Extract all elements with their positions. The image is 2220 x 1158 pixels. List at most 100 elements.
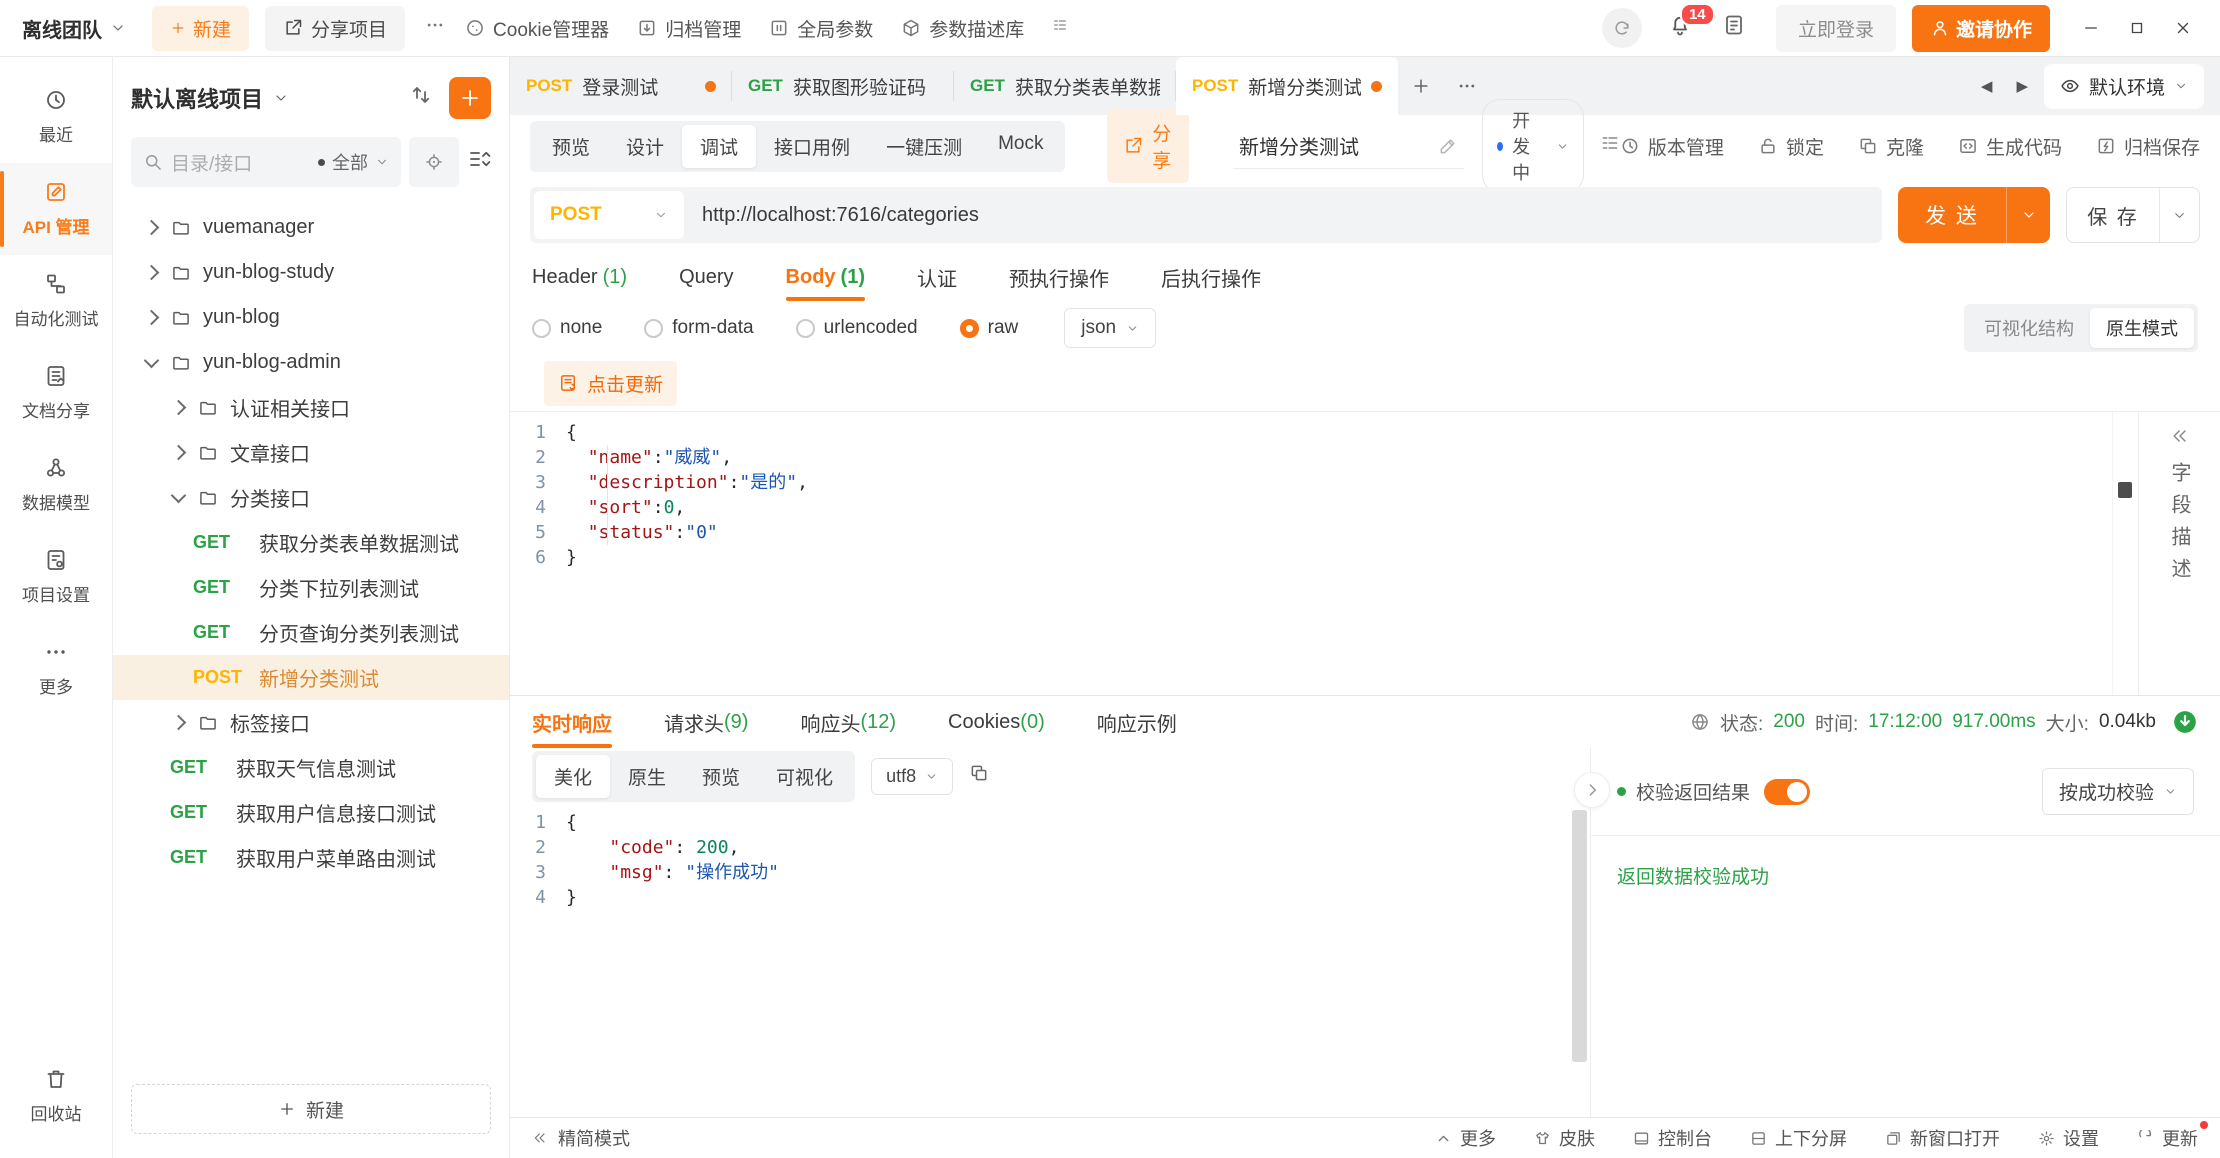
raw-mode-toggle[interactable]: 原生模式 [2090, 308, 2194, 348]
statusbar-split-button[interactable]: 上下分屏 [1750, 1125, 1847, 1151]
chevron-down-icon[interactable] [144, 353, 160, 369]
response-tab-2[interactable]: 请求头(9) [664, 696, 748, 748]
global-params-button[interactable]: 全局参数 [769, 15, 873, 42]
response-tab-5[interactable]: 响应示例 [1097, 696, 1177, 748]
param-tab-1[interactable]: Header (1) [532, 253, 627, 301]
tree-folder-6[interactable]: 文章接口 [113, 430, 509, 475]
statusbar-chevron-up-button[interactable]: 更多 [1435, 1125, 1496, 1151]
chevron-right-icon[interactable] [144, 265, 160, 281]
request-body-editor[interactable]: 1{2 "name":"威威",3 "description":"是的",4 "… [510, 411, 2220, 695]
cookie-manager-button[interactable]: Cookie管理器 [465, 15, 609, 42]
titlebar-more-icon[interactable] [425, 15, 445, 41]
response-view-tab-3[interactable]: 预览 [684, 755, 758, 798]
response-tab-4[interactable]: Cookies(0) [948, 696, 1045, 748]
close-button[interactable] [2160, 8, 2206, 48]
statusbar-console-button[interactable]: 控制台 [1633, 1125, 1712, 1151]
chevron-right-icon[interactable] [144, 220, 160, 236]
mode-tab-5[interactable]: 一键压测 [868, 125, 980, 168]
copy-response-button[interactable] [969, 763, 989, 789]
action-clock-button[interactable]: 版本管理 [1620, 133, 1724, 160]
share-project-button[interactable]: 分享项目 [265, 6, 405, 51]
tree-new-button[interactable]: 新建 [131, 1084, 491, 1134]
tree-folder-4[interactable]: yun-blog-admin [113, 340, 509, 385]
tree-request-8[interactable]: GET获取分类表单数据测试 [113, 520, 509, 565]
maximize-button[interactable] [2114, 8, 2160, 48]
click-update-button[interactable]: 点击更新 [544, 361, 677, 406]
rail-item-4[interactable]: 文档分享 [0, 347, 112, 439]
editor-scrollbar[interactable] [2112, 412, 2138, 695]
param-tab-3[interactable]: Body (1) [786, 253, 865, 301]
param-tab-2[interactable]: Query [679, 253, 733, 301]
response-body[interactable]: 1{2 "code": 200,3 "msg": "操作成功"4} [510, 804, 1590, 1117]
response-view-tab-1[interactable]: 美化 [536, 755, 610, 798]
directory-icon[interactable] [1600, 133, 1620, 159]
bodytype-radio-urlencoded[interactable]: urlencoded [796, 317, 918, 339]
tree-request-10[interactable]: GET分页查询分类列表测试 [113, 610, 509, 655]
param-library-button[interactable]: 参数描述库 [901, 15, 1024, 42]
tab-scroll-left[interactable]: ◀ [1973, 77, 2001, 95]
archive-manage-button[interactable]: 归档管理 [637, 15, 741, 42]
new-tab-button[interactable] [1398, 57, 1444, 115]
add-api-button[interactable] [449, 77, 491, 119]
request-title-input[interactable]: 新增分类测试 [1233, 123, 1464, 169]
bodytype-radio-raw[interactable]: raw [960, 317, 1019, 339]
rail-item-trash[interactable]: 回收站 [0, 1050, 112, 1142]
validate-mode-dropdown[interactable]: 按成功校验 [2042, 768, 2194, 815]
rail-item-6[interactable]: 项目设置 [0, 531, 112, 623]
rail-item-7[interactable]: 更多 [0, 623, 112, 715]
environment-selector[interactable]: 默认环境 [2044, 64, 2204, 109]
action-archive-save-button[interactable]: 归档保存 [2096, 133, 2200, 160]
chevron-right-icon[interactable] [171, 715, 187, 731]
chevron-right-icon[interactable] [171, 400, 187, 416]
chevron-right-icon[interactable] [171, 445, 187, 461]
import-export-button[interactable] [409, 83, 433, 113]
save-button[interactable]: 保 存 [2066, 187, 2200, 243]
mode-tab-4[interactable]: 接口用例 [756, 125, 868, 168]
tree-request-14[interactable]: GET获取用户信息接口测试 [113, 790, 509, 835]
sync-button[interactable] [1602, 8, 1642, 48]
tree-folder-1[interactable]: vuemanager [113, 205, 509, 250]
mode-tab-3[interactable]: 调试 [682, 125, 756, 168]
search-input[interactable]: 目录/接口 全部 [131, 137, 401, 187]
field-description-panel[interactable]: 字段描述 [2138, 412, 2220, 695]
tree-request-15[interactable]: GET获取用户菜单路由测试 [113, 835, 509, 880]
rail-item-3[interactable]: 自动化测试 [0, 255, 112, 347]
statusbar-new-window-button[interactable]: 新窗口打开 [1885, 1125, 2000, 1151]
invite-button[interactable]: 邀请协作 [1912, 5, 2050, 52]
tree-folder-2[interactable]: yun-blog-study [113, 250, 509, 295]
param-tab-4[interactable]: 认证 [917, 253, 957, 301]
collapse-validation-button[interactable] [1574, 772, 1610, 808]
locate-current-button[interactable] [409, 137, 459, 187]
response-scrollbar-thumb[interactable] [1572, 810, 1587, 1062]
open-tab-3[interactable]: GET获取分类表单数据 [954, 57, 1176, 115]
tree-request-9[interactable]: GET分类下拉列表测试 [113, 565, 509, 610]
chevron-right-icon[interactable] [144, 310, 160, 326]
tab-scroll-right[interactable]: ▶ [2008, 77, 2036, 95]
feedback-button[interactable] [1722, 13, 1746, 43]
tree-folder-5[interactable]: 认证相关接口 [113, 385, 509, 430]
compact-mode-button[interactable]: 精简模式 [532, 1125, 630, 1151]
expand-panel-icon[interactable] [2170, 426, 2190, 446]
url-input[interactable]: http://localhost:7616/categories [702, 204, 979, 227]
statusbar-settings-button[interactable]: 设置 [2038, 1125, 2099, 1151]
sort-collapse-button[interactable] [467, 147, 491, 177]
statusbar-update-button[interactable]: 更新 [2137, 1125, 2198, 1151]
statusbar-skin-button[interactable]: 皮肤 [1534, 1125, 1595, 1151]
notifications-button[interactable]: 14 [1668, 13, 1692, 43]
tree-request-11[interactable]: POST新增分类测试 [113, 655, 509, 700]
tab-overflow-button[interactable] [1444, 57, 1490, 115]
action-clone-button[interactable]: 克隆 [1858, 133, 1924, 160]
minimize-button[interactable] [2068, 8, 2114, 48]
mode-tab-6[interactable]: Mock [980, 125, 1061, 168]
scrollbar-thumb[interactable] [2118, 482, 2132, 498]
chevron-down-icon[interactable] [171, 488, 187, 504]
download-response-icon[interactable] [2172, 709, 2198, 735]
new-button[interactable]: 新建 [152, 6, 249, 51]
charset-selector[interactable]: utf8 [871, 758, 953, 795]
raw-type-selector[interactable]: json [1064, 308, 1156, 348]
share-api-button[interactable]: 分享 [1107, 109, 1189, 183]
rail-item-2[interactable]: API 管理 [0, 163, 112, 255]
tree-folder-3[interactable]: yun-blog [113, 295, 509, 340]
bodytype-radio-none[interactable]: none [532, 317, 602, 339]
tree-folder-12[interactable]: 标签接口 [113, 700, 509, 745]
